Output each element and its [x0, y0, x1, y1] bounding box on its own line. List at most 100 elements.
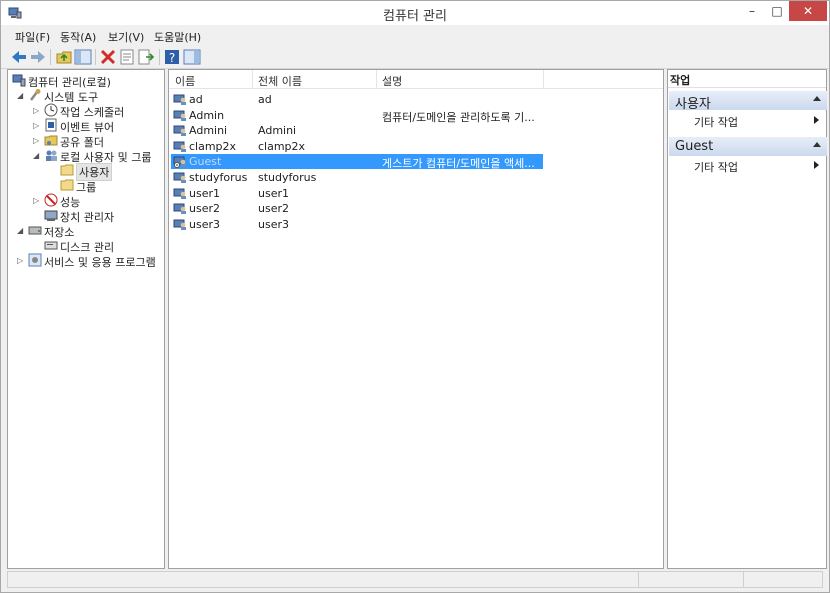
collapse-arrow-icon[interactable]: ◢ [33, 151, 43, 160]
table-row[interactable]: studyforus studyforus [171, 170, 543, 185]
expand-arrow-icon[interactable]: ▷ [17, 256, 27, 265]
help-icon[interactable]: ? [163, 48, 181, 66]
menu-file[interactable]: 파일(F) [15, 29, 50, 45]
expand-arrow-icon[interactable]: ▷ [33, 121, 43, 130]
tree-item[interactable]: 컴퓨터 관리(로컬) [8, 73, 164, 89]
cell-name: Admin [189, 108, 225, 122]
tree-item[interactable]: 장치 관리자 [8, 208, 164, 224]
tree-item[interactable]: 사용자 [8, 163, 164, 181]
table-row[interactable]: user1 user1 [171, 186, 543, 201]
user-icon [173, 172, 186, 183]
actions-pane: 작업 사용자 기타 작업 Guest 기타 작업 [667, 69, 827, 569]
table-row[interactable]: Admin 컴퓨터/도메인을 관리하도록 기... [171, 108, 543, 124]
actions-title: 작업 [670, 74, 691, 87]
tree-item[interactable]: ▷ 서비스 및 응용 프로그램 [8, 253, 164, 269]
actions-section-users-title: 사용자 [675, 97, 711, 112]
up-folder-icon[interactable] [55, 48, 73, 66]
show-hide-tree-icon[interactable] [74, 48, 92, 66]
cell-name: Guest [189, 155, 222, 169]
tree-item[interactable]: 디스크 관리 [8, 238, 164, 254]
menu-bar: 파일(F) 동작(A) 보기(V) 도움말(H) [1, 25, 829, 45]
action-more-actions-users[interactable]: 기타 작업 [694, 114, 738, 130]
cell-name: user1 [189, 186, 220, 200]
action-more-actions-guest[interactable]: 기타 작업 [694, 159, 738, 175]
cell-full: user3 [258, 217, 289, 231]
cell-name: studyforus [189, 171, 248, 184]
tree-item[interactable]: ◢ 저장소 [8, 223, 164, 239]
cell-desc: 컴퓨터/도메인을 관리하도록 기... [382, 110, 535, 124]
cell-name: user3 [189, 217, 220, 231]
tree-item-label: 서비스 및 응용 프로그램 [44, 256, 156, 269]
cell-name: ad [189, 93, 203, 106]
shared-folder-icon [44, 135, 58, 146]
table-row[interactable]: ad ad [171, 92, 543, 107]
expand-arrow-icon[interactable]: ▷ [33, 196, 43, 205]
user-icon [173, 188, 186, 199]
actions-section-users[interactable]: 사용자 [669, 91, 827, 112]
clock-icon [44, 103, 58, 117]
column-header-description[interactable]: 설명 [382, 73, 402, 89]
folder-icon [60, 164, 74, 176]
expand-arrow-icon[interactable]: ▷ [33, 136, 43, 145]
actions-section-guest[interactable]: Guest [669, 137, 827, 156]
table-row[interactable]: Guest 게스트가 컴퓨터/도메인을 액세... [171, 154, 543, 171]
cell-full: clamp2x [258, 139, 306, 153]
export-list-icon[interactable] [137, 48, 155, 66]
user-icon [173, 141, 186, 152]
table-row[interactable]: clamp2x clamp2x [171, 139, 543, 154]
menu-help[interactable]: 도움말(H) [154, 29, 201, 45]
forward-arrow-icon[interactable] [29, 48, 47, 66]
table-row[interactable]: user3 user3 [171, 217, 543, 232]
tree-item[interactable]: ▷ 이벤트 뷰어 [8, 118, 164, 134]
event-viewer-icon [45, 118, 57, 132]
user-icon [173, 156, 186, 169]
user-list-pane: 이름 전체 이름 설명 ad ad Admin 컴퓨터/도메인을 관리하도록 기...… [168, 69, 664, 569]
users-groups-icon [46, 150, 57, 161]
menu-action[interactable]: 동작(A) [60, 29, 96, 45]
tree-item[interactable]: ▷ 공유 폴더 [8, 133, 164, 149]
title-bar: 컴퓨터 관리 – □ ✕ [1, 1, 829, 25]
computer-management-window: 컴퓨터 관리 – □ ✕ 파일(F) 동작(A) 보기(V) 도움말(H) ? … [0, 0, 830, 593]
collapse-arrow-icon[interactable]: ◢ [17, 226, 27, 235]
table-row[interactable]: user2 user2 [171, 201, 543, 216]
cell-desc: 게스트가 컴퓨터/도메인을 액세... [382, 157, 535, 171]
delete-icon[interactable] [99, 48, 117, 66]
tree-item[interactable]: ▷ 작업 스케줄러 [8, 103, 164, 119]
cell-full: user2 [258, 202, 289, 216]
window-title: 컴퓨터 관리 [383, 9, 447, 24]
disk-icon [44, 241, 58, 250]
performance-icon [44, 193, 58, 207]
cell-full: Admini [258, 124, 297, 138]
device-manager-icon [44, 210, 58, 221]
status-bar [7, 571, 823, 588]
show-action-pane-icon[interactable] [183, 48, 201, 66]
properties-icon[interactable] [118, 48, 136, 66]
navigation-tree-pane: 컴퓨터 관리(로컬) ◢ 시스템 도구 ▷ 작업 스케줄러 ▷ 이벤트 뷰어 ▷ 공유 폴더 ◢ 로… [7, 69, 165, 569]
user-icon [173, 110, 186, 121]
expand-arrow-icon[interactable]: ▷ [33, 106, 43, 115]
column-header-full-name[interactable]: 전체 이름 [258, 73, 302, 89]
tree-item[interactable]: ◢ 시스템 도구 [8, 88, 164, 104]
collapse-arrow-icon[interactable]: ◢ [17, 91, 27, 100]
collapse-arrow-icon [813, 96, 821, 101]
cell-full: studyforus [258, 171, 317, 184]
submenu-arrow-icon [814, 116, 819, 124]
menu-view[interactable]: 보기(V) [108, 29, 144, 45]
tree-item[interactable]: 그룹 [8, 178, 164, 194]
tree-item[interactable]: ▷ 성능 [8, 193, 164, 209]
toolbar: ? [1, 45, 829, 69]
table-row[interactable]: Admini Admini [171, 123, 543, 138]
minimize-button[interactable]: – [741, 1, 763, 21]
user-icon [173, 219, 186, 230]
back-arrow-icon[interactable] [10, 48, 28, 66]
user-icon [173, 203, 186, 215]
folder-icon [60, 179, 74, 191]
services-icon [28, 253, 42, 267]
cell-name: Admini [189, 124, 228, 138]
maximize-button[interactable]: □ [766, 1, 788, 21]
close-button[interactable]: ✕ [789, 1, 827, 21]
computer-management-icon [12, 74, 26, 87]
column-header-name[interactable]: 이름 [175, 73, 195, 89]
cell-name: clamp2x [189, 139, 237, 153]
tree-item[interactable]: ◢ 로컬 사용자 및 그룹 [8, 148, 164, 164]
